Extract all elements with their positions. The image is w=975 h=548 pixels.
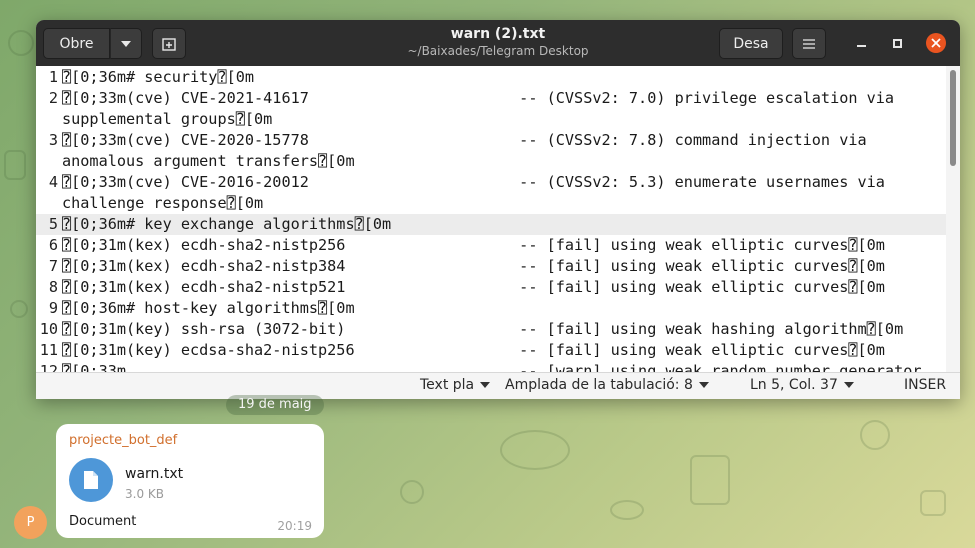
file-name[interactable]: warn.txt: [125, 466, 183, 482]
line-text: ⍰[0;33m -- [warn] using weak random numb…: [62, 362, 922, 372]
wallpaper-doodle: [8, 30, 34, 56]
line-text: ⍰[0;36m# key exchange algorithms⍰[0m: [62, 215, 392, 233]
line-number: 11: [39, 341, 58, 359]
editor-line[interactable]: 8 ⍰[0;31m(kex) ecdh-sha2-nistp521 -- [fai…: [36, 277, 946, 298]
editor-line[interactable]: 4 ⍰[0;33m(cve) CVE-2016-20012 -- (CVSSv2:…: [36, 172, 946, 193]
editor-line[interactable]: 6 ⍰[0;31m(kex) ecdh-sha2-nistp256 -- [fai…: [36, 235, 946, 256]
line-text: ⍰[0;36m# host-key algorithms⍰[0m: [62, 299, 355, 317]
text-editor-window: Obre warn (2).txt ~/Baixades/Telegram De…: [36, 20, 960, 399]
header-bar: Obre warn (2).txt ~/Baixades/Telegram De…: [36, 20, 960, 66]
minimize-icon: [856, 45, 866, 47]
line-text: ⍰[0;31m(key) ecdsa-sha2-nistp256 -- [fai…: [62, 341, 885, 359]
syntax-selector[interactable]: Text pla: [420, 377, 491, 393]
message-time: 20:19: [277, 519, 312, 533]
sender-name[interactable]: projecte_bot_def: [69, 433, 177, 448]
line-text: ⍰[0;31m(key) ssh-rsa (3072-bit) -- [fail…: [62, 320, 904, 338]
line-number: 2: [48, 89, 58, 107]
chevron-down-icon: [698, 382, 709, 388]
maximize-icon: [892, 38, 902, 48]
line-text: ⍰[0;31m(kex) ecdh-sha2-nistp521 -- [fail…: [62, 278, 885, 296]
close-button[interactable]: [926, 33, 946, 53]
editor-line[interactable]: challenge response⍰[0m: [36, 193, 946, 214]
wallpaper-doodle: [400, 480, 424, 504]
chevron-down-icon: [843, 382, 854, 388]
line-text: challenge response⍰[0m: [62, 194, 264, 212]
avatar[interactable]: P: [14, 506, 47, 539]
wallpaper-doodle: [10, 300, 28, 318]
editor-line[interactable]: 2 ⍰[0;33m(cve) CVE-2021-41617 -- (CVSSv2:…: [36, 88, 946, 109]
editor-line[interactable]: anomalous argument transfers⍰[0m: [36, 151, 946, 172]
line-text: anomalous argument transfers⍰[0m: [62, 152, 355, 170]
line-text: ⍰[0;33m(cve) CVE-2020-15778 -- (CVSSv2: …: [62, 131, 867, 149]
wallpaper-doodle: [920, 490, 946, 516]
insert-mode-label: INSER: [904, 377, 947, 393]
line-number: 4: [48, 173, 58, 191]
message-bubble[interactable]: projecte_bot_def warn.txt 3.0 KB Documen…: [56, 424, 324, 538]
line-text: ⍰[0;36m# security⍰[0m: [62, 68, 255, 86]
line-number: 3: [48, 131, 58, 149]
tab-width-label: Amplada de la tabulació: 8: [505, 377, 693, 393]
line-number: 6: [48, 236, 58, 254]
status-bar: Text pla Amplada de la tabulació: 8 Ln 5…: [36, 372, 960, 399]
message-caption: Document: [69, 514, 137, 529]
save-button-label: Desa: [733, 35, 769, 52]
scrollbar-thumb[interactable]: [950, 70, 956, 166]
vertical-scrollbar[interactable]: [946, 66, 960, 372]
minimize-button[interactable]: [851, 33, 871, 53]
line-number: 1: [48, 68, 58, 86]
wallpaper-doodle: [610, 500, 644, 520]
hamburger-menu-icon: [803, 38, 815, 49]
file-size: 3.0 KB: [125, 487, 164, 501]
maximize-button[interactable]: [887, 33, 907, 53]
wallpaper-doodle: [500, 430, 570, 470]
insert-mode-indicator: INSER: [904, 377, 946, 393]
hamburger-menu-button[interactable]: [792, 28, 826, 59]
editor-line[interactable]: 5 ⍰[0;36m# key exchange algorithms⍰[0m: [36, 214, 946, 235]
line-text: supplemental groups⍰[0m: [62, 110, 273, 128]
editor-line[interactable]: 7 ⍰[0;31m(kex) ecdh-sha2-nistp384 -- [fai…: [36, 256, 946, 277]
document-icon: [84, 471, 98, 489]
line-number: 12: [39, 362, 58, 372]
line-text: ⍰[0;33m(cve) CVE-2021-41617 -- (CVSSv2: …: [62, 89, 895, 107]
wallpaper-doodle: [690, 455, 730, 505]
editor-line[interactable]: 1 ⍰[0;36m# security⍰[0m: [36, 67, 946, 88]
editor-line[interactable]: 11 ⍰[0;31m(key) ecdsa-sha2-nistp256 -- [f…: [36, 340, 946, 361]
editor-line[interactable]: 10 ⍰[0;31m(key) ssh-rsa (3072-bit) -- [fa…: [36, 319, 946, 340]
editor-line[interactable]: 12 ⍰[0;33m -- [warn] using weak random nu…: [36, 361, 946, 372]
editor-line[interactable]: 9 ⍰[0;36m# host-key algorithms⍰[0m: [36, 298, 946, 319]
cursor-position-selector[interactable]: Ln 5, Col. 37: [750, 377, 854, 393]
editor-line[interactable]: 3 ⍰[0;33m(cve) CVE-2020-15778 -- (CVSSv2:…: [36, 130, 946, 151]
editor-line[interactable]: supplemental groups⍰[0m: [36, 109, 946, 130]
line-number: 10: [39, 320, 58, 338]
chevron-down-icon: [480, 382, 491, 388]
line-number: 8: [48, 278, 58, 296]
syntax-label: Text pla: [420, 377, 475, 393]
close-icon: [931, 38, 941, 48]
wallpaper-doodle: [4, 150, 26, 180]
wallpaper-doodle: [860, 420, 890, 450]
line-text: ⍰[0;33m(cve) CVE-2016-20012 -- (CVSSv2: …: [62, 173, 885, 191]
cursor-position-label: Ln 5, Col. 37: [750, 377, 838, 393]
avatar-letter: P: [26, 515, 35, 530]
date-separator: 19 de maig: [226, 395, 324, 415]
line-number: 9: [48, 299, 58, 317]
file-download-button[interactable]: [69, 458, 113, 502]
line-number: 7: [48, 257, 58, 275]
line-text: ⍰[0;31m(kex) ecdh-sha2-nistp384 -- [fail…: [62, 257, 885, 275]
text-editor-area[interactable]: 1 ⍰[0;36m# security⍰[0m 2 ⍰[0;33m(cve) CVE-…: [36, 66, 960, 372]
line-number: 5: [48, 215, 58, 233]
tab-width-selector[interactable]: Amplada de la tabulació: 8: [505, 377, 709, 393]
line-text: ⍰[0;31m(kex) ecdh-sha2-nistp256 -- [fail…: [62, 236, 885, 254]
save-button[interactable]: Desa: [719, 28, 783, 59]
